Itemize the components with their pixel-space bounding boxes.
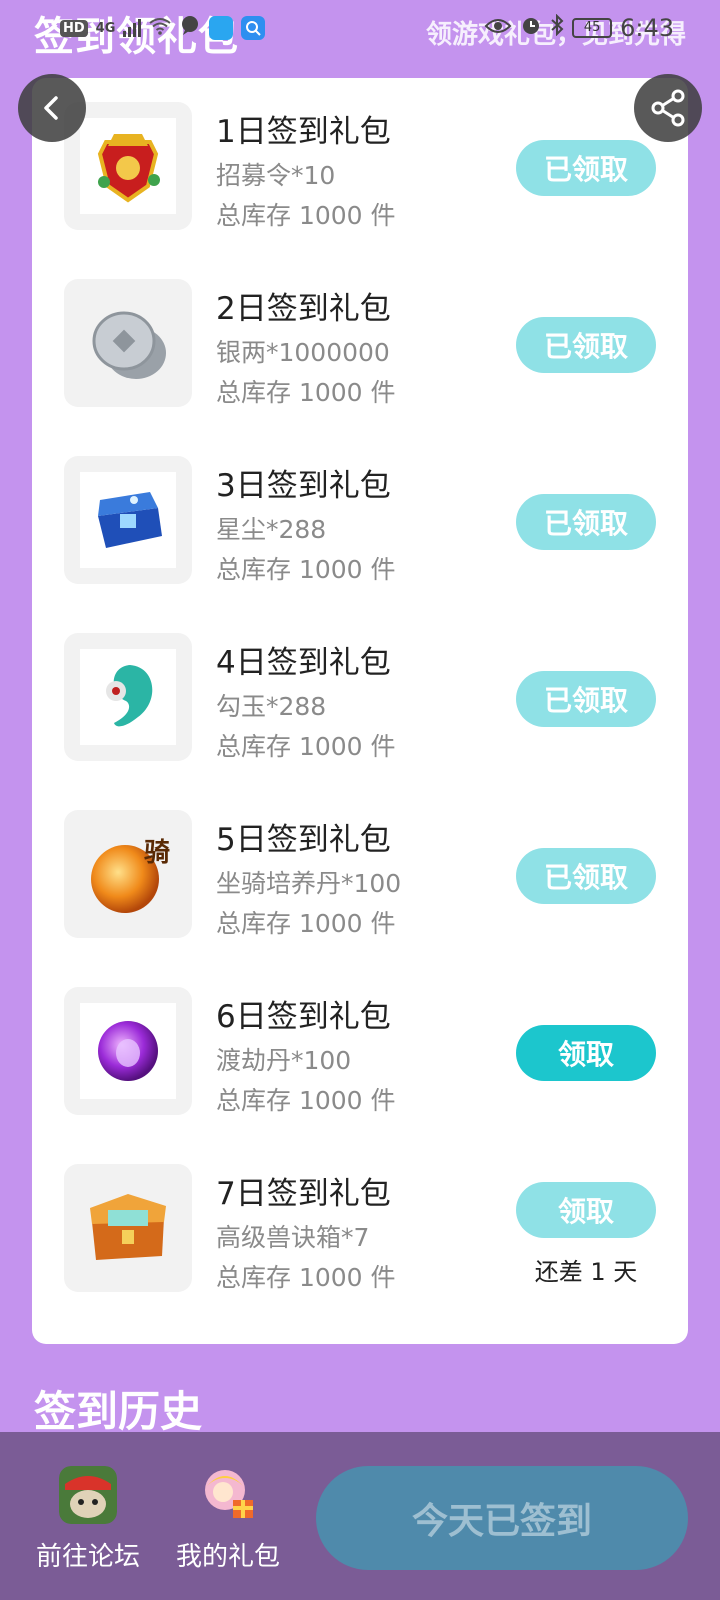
- gift-name: 4日签到礼包: [216, 645, 391, 681]
- gift-row-day-7: 7日签到礼包 高级兽诀箱*7 总库存 1000 件 领取 还差 1 天: [32, 1140, 688, 1292]
- stardust-chest-icon: [80, 472, 176, 568]
- page-title: 签到领礼包: [34, 14, 239, 60]
- gift-name: 2日签到礼包: [216, 291, 391, 327]
- gift-item: 坐骑培养丹*100: [216, 869, 402, 898]
- my-gifts-link[interactable]: 我的礼包: [168, 1466, 288, 1573]
- magatama-icon: [80, 649, 176, 745]
- gift-stock: 总库存 1000 件: [216, 201, 396, 230]
- tribulation-pill-icon: [80, 1003, 176, 1099]
- gift-item: 银两*1000000: [216, 338, 390, 367]
- signed-in-button[interactable]: 今天已签到: [316, 1466, 688, 1570]
- claim-button[interactable]: 领取: [516, 1025, 656, 1081]
- gift-row-day-3: 3日签到礼包 星尘*288 总库存 1000 件 已领取: [32, 432, 688, 584]
- silver-coins-icon: [92, 311, 166, 379]
- gift-stock: 总库存 1000 件: [216, 732, 396, 761]
- gift-stock: 总库存 1000 件: [216, 1086, 396, 1115]
- gift-stock: 总库存 1000 件: [216, 1263, 396, 1292]
- share-button[interactable]: [634, 74, 702, 142]
- claimed-button[interactable]: 已领取: [516, 671, 656, 727]
- gift-thumb: [64, 456, 192, 584]
- gift-thumb: 骑: [64, 810, 192, 938]
- bottom-bar: 前往论坛 我的礼包 今天已签到: [0, 1432, 720, 1600]
- gift-item: 高级兽诀箱*7: [216, 1223, 370, 1252]
- gift-item: 勾玉*288: [216, 692, 327, 721]
- gift-item: 招募令*10: [216, 161, 336, 190]
- days-remaining-note: 还差 1 天: [534, 1258, 638, 1286]
- gift-name: 6日签到礼包: [216, 999, 391, 1035]
- gift-stock: 总库存 1000 件: [216, 378, 396, 407]
- beast-chest-icon: [90, 1194, 166, 1260]
- gift-item: 星尘*288: [216, 515, 327, 544]
- forum-link[interactable]: 前往论坛: [28, 1466, 148, 1573]
- gift-stock: 总库存 1000 件: [216, 909, 396, 938]
- back-button[interactable]: [18, 74, 86, 142]
- gift-name: 1日签到礼包: [216, 114, 391, 150]
- forum-game-icon: [59, 1466, 117, 1524]
- gift-row-day-6: 6日签到礼包 渡劫丹*100 总库存 1000 件 领取: [32, 963, 688, 1115]
- mount-pill-icon: 骑: [91, 838, 170, 913]
- history-title: 签到历史: [34, 1387, 203, 1436]
- gift-name: 7日签到礼包: [216, 1176, 391, 1212]
- mount-badge: 骑: [144, 838, 170, 868]
- gift-thumb: [64, 279, 192, 407]
- my-gifts-label: 我的礼包: [175, 1542, 280, 1572]
- claimed-button[interactable]: 已领取: [516, 848, 656, 904]
- gift-thumb: [64, 633, 192, 761]
- claimed-button[interactable]: 已领取: [516, 140, 656, 196]
- gift-stock: 总库存 1000 件: [216, 555, 396, 584]
- recruit-token-icon: [80, 118, 176, 214]
- gift-item: 渡劫丹*100: [216, 1046, 352, 1075]
- my-gifts-icon: [205, 1470, 253, 1518]
- gift-thumb: [64, 987, 192, 1115]
- chevron-left-icon: [44, 96, 58, 120]
- search-app-icon: [241, 16, 266, 40]
- claimed-button[interactable]: 已领取: [516, 317, 656, 373]
- gift-name: 3日签到礼包: [216, 468, 391, 504]
- gift-thumb: [64, 1164, 192, 1292]
- gift-list-card: 1日签到礼包 招募令*10 总库存 1000 件 已领取 2日签到礼包 银两*1…: [32, 78, 688, 1344]
- page-subtitle: 领游戏礼包，见到先得: [425, 20, 686, 50]
- gift-row-day-4: 4日签到礼包 勾玉*288 总库存 1000 件 已领取: [32, 609, 688, 761]
- gift-row-day-2: 2日签到礼包 银两*1000000 总库存 1000 件 已领取: [32, 255, 688, 407]
- claimed-button[interactable]: 已领取: [516, 494, 656, 550]
- gift-row-day-5: 骑 5日签到礼包 坐骑培养丹*100 总库存 1000 件 已领取: [32, 786, 688, 938]
- share-icon: [651, 89, 685, 127]
- claim-button-locked[interactable]: 领取: [516, 1182, 656, 1238]
- gift-row-day-1: 1日签到礼包 招募令*10 总库存 1000 件 已领取: [32, 78, 688, 230]
- gift-name: 5日签到礼包: [216, 822, 391, 858]
- forum-label: 前往论坛: [35, 1542, 140, 1572]
